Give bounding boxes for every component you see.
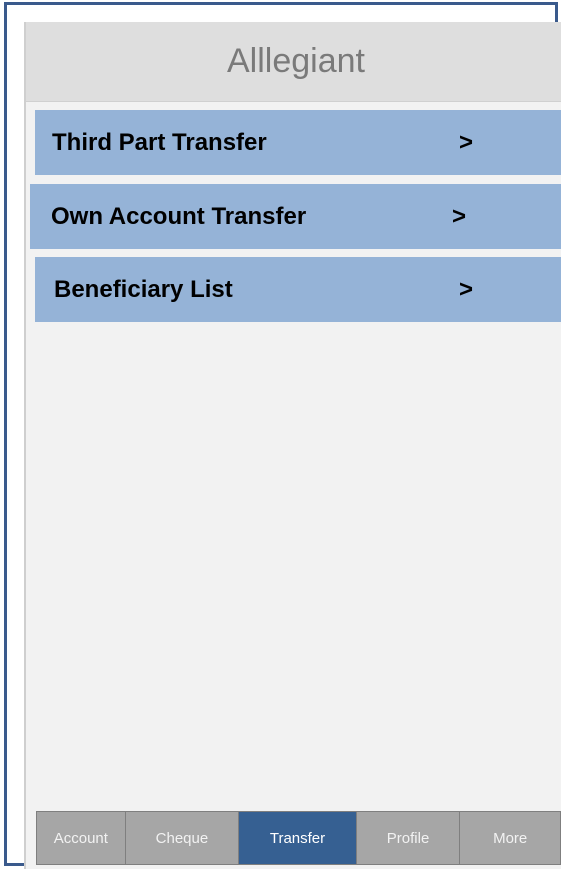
bottom-tab-bar: Account Cheque Transfer Profile More [36, 811, 561, 865]
menu-item-third-party-transfer[interactable]: Third Part Transfer > [35, 110, 561, 175]
menu-item-label: Third Part Transfer [52, 128, 267, 156]
app-title: Alllegiant [227, 42, 365, 80]
chevron-right-icon: > [459, 275, 474, 303]
tab-account[interactable]: Account [37, 812, 126, 864]
menu-item-label: Own Account Transfer [51, 202, 307, 230]
app-header: Alllegiant [26, 22, 561, 102]
menu-item-own-account-transfer[interactable]: Own Account Transfer > [30, 184, 561, 249]
tab-cheque[interactable]: Cheque [125, 812, 240, 864]
device-frame: Alllegiant Third Part Transfer > Own Acc… [4, 2, 561, 869]
tab-transfer[interactable]: Transfer [239, 812, 357, 864]
app-screen: Alllegiant Third Part Transfer > Own Acc… [24, 22, 561, 869]
tab-more[interactable]: More [460, 812, 560, 864]
menu-item-label: Beneficiary List [54, 275, 233, 303]
chevron-right-icon: > [452, 202, 467, 230]
menu-item-beneficiary-list[interactable]: Beneficiary List > [35, 257, 561, 322]
tab-profile[interactable]: Profile [356, 812, 461, 864]
chevron-right-icon: > [459, 128, 474, 156]
